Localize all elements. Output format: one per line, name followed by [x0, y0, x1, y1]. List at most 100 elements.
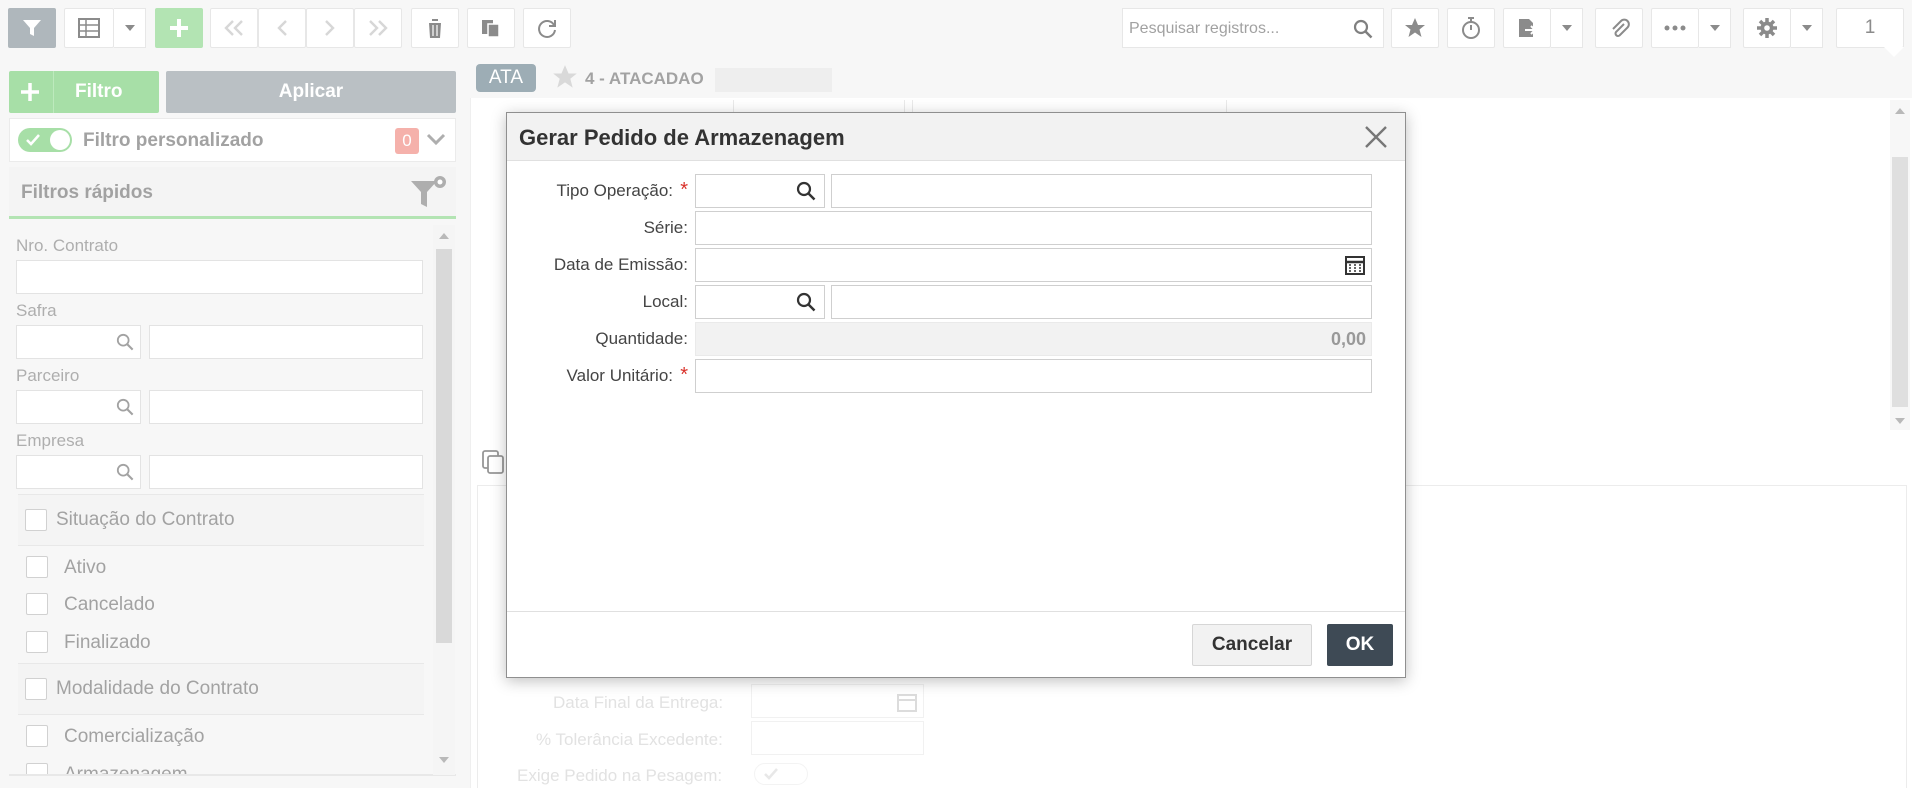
contract-no-input[interactable] [16, 260, 423, 294]
add-filter-divider [53, 71, 54, 113]
export-dropdown[interactable] [1551, 8, 1583, 48]
timer-icon [1462, 17, 1480, 39]
filter-panel-bottom-border [9, 774, 456, 776]
quantidade-value: 0,00 [1330, 329, 1366, 349]
cancelado-label: Cancelado [64, 594, 155, 615]
timer-button[interactable] [1447, 8, 1495, 48]
star-icon [1405, 18, 1425, 37]
refresh-button[interactable] [523, 8, 571, 48]
cancelado-checkbox[interactable] [26, 593, 48, 615]
scroll-thumb[interactable] [436, 249, 452, 643]
chevron-down-icon[interactable] [426, 133, 446, 147]
scroll-up-arrow[interactable] [439, 233, 449, 239]
required-mark: * [680, 179, 688, 201]
apply-label: Aplicar [278, 81, 344, 102]
tipo-operacao-description-input[interactable] [831, 174, 1372, 208]
exige-pedido-label: Exige Pedido na Pesagem: [517, 766, 723, 785]
search-box[interactable] [1122, 8, 1384, 48]
grid-view-button[interactable] [64, 8, 114, 48]
local-code-input[interactable] [695, 285, 825, 319]
modalidade-group-title: Modalidade do Contrato [56, 678, 259, 699]
search-icon[interactable] [1353, 19, 1373, 39]
search-icon[interactable] [796, 181, 816, 201]
search-icon[interactable] [116, 333, 134, 351]
cancel-button[interactable]: Cancelar [1192, 624, 1312, 666]
empresa-description-input[interactable] [149, 455, 423, 489]
comercializacao-checkbox[interactable] [26, 725, 48, 747]
exige-pedido-toggle[interactable] [754, 763, 808, 785]
local-description-input[interactable] [831, 285, 1372, 319]
serie-label-wrap: Série: [507, 210, 688, 246]
add-filter-button[interactable]: Filtro [9, 71, 159, 113]
search-input[interactable] [1129, 18, 1349, 40]
more-button[interactable] [1651, 8, 1699, 48]
quantidade-row: Quantidade: 0,00 [507, 321, 1405, 357]
grid-view-dropdown[interactable] [114, 8, 146, 48]
last-record-button[interactable] [354, 8, 402, 48]
scroll-thumb[interactable] [1892, 157, 1908, 407]
filter-settings-icon[interactable] [409, 175, 447, 213]
custom-filter-count-badge: 0 [395, 128, 419, 154]
page-number-box[interactable]: 1 [1836, 8, 1904, 48]
attach-button[interactable] [1595, 8, 1643, 48]
duplicate-button[interactable] [467, 8, 515, 48]
situacao-group-title: Situação do Contrato [56, 509, 235, 530]
favorite-button[interactable] [1391, 8, 1439, 48]
first-record-button[interactable] [210, 8, 258, 48]
empresa-code-input[interactable] [16, 455, 141, 489]
settings-dropdown[interactable] [1791, 8, 1823, 48]
check-icon [764, 768, 778, 780]
record-scrollbar[interactable] [1890, 100, 1910, 430]
filter-scrollbar[interactable] [433, 225, 455, 775]
quick-filters-header: Filtros rápidos [9, 167, 456, 219]
modalidade-group-checkbox[interactable] [25, 678, 47, 700]
data-emissao-input[interactable] [695, 248, 1372, 282]
ok-button[interactable]: OK [1327, 624, 1393, 666]
delete-button[interactable] [411, 8, 459, 48]
company-badge: ATA [476, 64, 536, 92]
serie-input[interactable] [695, 211, 1372, 245]
parceiro-description-input[interactable] [149, 390, 423, 424]
valor-unitario-input[interactable] [695, 359, 1372, 393]
previous-icon [277, 20, 287, 36]
situacao-group-checkbox[interactable] [25, 509, 47, 531]
copy-icon[interactable] [482, 450, 506, 476]
apply-button[interactable]: Aplicar [166, 71, 456, 113]
star-icon[interactable] [552, 64, 578, 90]
parceiro-code-input[interactable] [16, 390, 141, 424]
filter-panel: Filtro Aplicar Filtro personalizado 0 Fi… [0, 60, 466, 788]
calendar-icon[interactable] [1345, 255, 1365, 275]
close-icon[interactable] [1364, 125, 1388, 149]
ativo-checkbox[interactable] [26, 556, 48, 578]
search-icon[interactable] [796, 292, 816, 312]
tolerancia-input[interactable] [751, 721, 924, 755]
next-record-button[interactable] [306, 8, 354, 48]
parceiro-label: Parceiro [16, 366, 80, 385]
more-icon [1664, 25, 1686, 31]
calendar-icon[interactable] [897, 692, 917, 712]
scroll-down-arrow[interactable] [1895, 418, 1905, 424]
scroll-down-arrow[interactable] [439, 757, 449, 763]
search-icon[interactable] [116, 398, 134, 416]
filter-toggle-button[interactable] [8, 8, 56, 48]
attach-icon [1612, 18, 1630, 37]
toggle-knob [50, 130, 70, 150]
previous-record-button[interactable] [258, 8, 306, 48]
data-final-entrega-input[interactable] [751, 684, 924, 718]
modalidade-group-header[interactable]: Modalidade do Contrato [18, 663, 424, 715]
safra-code-input[interactable] [16, 325, 141, 359]
custom-filter-toggle[interactable] [18, 128, 72, 152]
situacao-group-header[interactable]: Situação do Contrato [18, 494, 424, 546]
search-icon[interactable] [116, 463, 134, 481]
safra-description-input[interactable] [149, 325, 423, 359]
ok-label: OK [1345, 634, 1375, 655]
more-dropdown[interactable] [1699, 8, 1731, 48]
data-emissao-row: Data de Emissão: [507, 247, 1405, 283]
finalizado-checkbox[interactable] [26, 631, 48, 653]
add-record-button[interactable] [155, 8, 203, 48]
gerar-pedido-dialog: Gerar Pedido de Armazenagem Tipo Operaçã… [506, 112, 1406, 678]
scroll-up-arrow[interactable] [1895, 108, 1905, 114]
settings-button[interactable] [1743, 8, 1791, 48]
tipo-operacao-code-input[interactable] [695, 174, 825, 208]
export-button[interactable] [1503, 8, 1551, 48]
